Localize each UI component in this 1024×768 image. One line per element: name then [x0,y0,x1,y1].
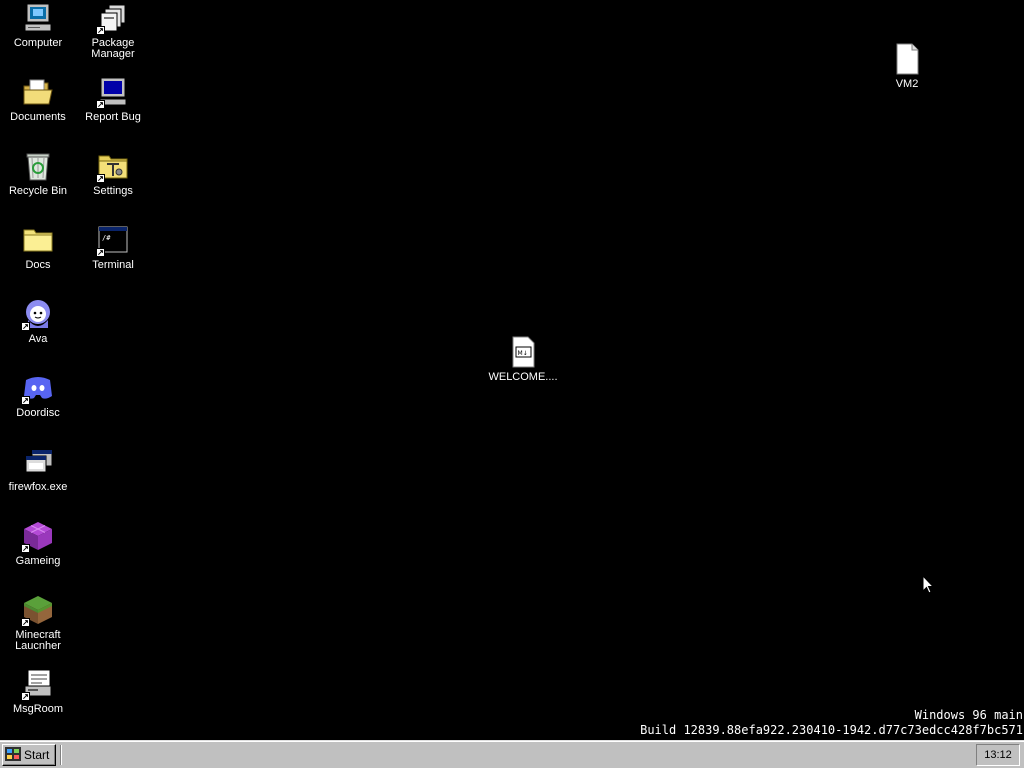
desktop-icon-minecraft[interactable]: ↗ Minecraft Laucnher [0,594,76,652]
icon-label: Settings [93,185,133,197]
desktop-icon-firewfox[interactable]: firewfox.exe [0,446,76,493]
os-name: Windows 96 main [914,708,1023,722]
svg-text:/#: /# [102,234,111,242]
shortcut-arrow-icon: ↗ [96,174,105,183]
settings-folder-icon: ↗ [96,150,129,183]
markdown-file-icon: M↓ [507,336,539,368]
shortcut-arrow-icon: ↗ [21,322,30,331]
terminal-icon: /# ↗ [96,224,129,257]
desktop-icon-recycle-bin[interactable]: Recycle Bin [0,150,76,197]
program-window-icon [22,446,54,478]
icon-label: Ava [28,333,48,345]
icon-label: Minecraft Laucnher [15,629,61,652]
mouse-cursor-icon [922,574,935,598]
desktop-icon-package-manager[interactable]: ↗ Package Manager [75,2,151,60]
shortcut-arrow-icon: ↗ [21,396,30,405]
grass-block-icon: ↗ [21,594,54,627]
report-bug-icon: ↗ [96,76,129,109]
cube-icon: ↗ [21,520,54,553]
doordisc-icon: ↗ [21,372,54,405]
computer-icon [22,2,54,34]
build-string: Build 12839.88efa922.230410-1942.d77c73e… [640,723,1023,737]
start-logo-icon [5,746,21,764]
recycle-bin-icon [22,150,54,182]
desktop-icon-terminal[interactable]: /# ↗ Terminal [75,224,151,271]
start-label: Start [24,748,50,762]
shortcut-arrow-icon: ↗ [96,100,105,109]
icon-label: Gameing [15,555,61,567]
icon-label: Package Manager [91,37,135,60]
icon-label: Computer [13,37,63,49]
shortcut-arrow-icon: ↗ [21,618,30,627]
icon-label: Recycle Bin [8,185,68,197]
desktop-icon-documents[interactable]: Documents [0,76,76,123]
svg-text:M↓: M↓ [518,350,528,357]
icon-label: Doordisc [16,407,60,419]
desktop-icon-doordisc[interactable]: ↗ Doordisc [0,372,76,419]
taskbar-divider [60,745,62,765]
desktop-icon-gameing[interactable]: ↗ Gameing [0,520,76,567]
desktop-icon-vm2[interactable]: VM2 [869,43,945,90]
icon-label: VM2 [895,78,919,90]
icon-label: MsgRoom [12,703,64,715]
taskbar: Start 13:12 [0,740,1024,768]
desktop-icon-computer[interactable]: Computer [0,2,76,49]
desktop-icon-docs[interactable]: Docs [0,224,76,271]
icon-label: firewfox.exe [8,481,68,493]
start-button[interactable]: Start [2,744,56,766]
desktop-icon-settings[interactable]: ↗ Settings [75,150,151,197]
shortcut-arrow-icon: ↗ [21,692,30,701]
desktop-icon-ava[interactable]: ↗ Ava [0,298,76,345]
desktop-icon-msgroom[interactable]: ↗ MsgRoom [0,668,76,715]
msgroom-icon: ↗ [21,668,54,701]
shortcut-arrow-icon: ↗ [96,248,105,257]
system-tray-clock[interactable]: 13:12 [976,744,1020,766]
folder-icon [22,224,54,256]
package-icon: ↗ [96,2,129,35]
shortcut-arrow-icon: ↗ [21,544,30,553]
ava-icon: ↗ [21,298,54,331]
clock-text: 13:12 [984,749,1012,761]
file-icon [891,43,923,75]
icon-label: Documents [10,111,66,123]
desktop-icon-welcome[interactable]: M↓ WELCOME.... [485,336,561,383]
icon-label: WELCOME.... [488,371,558,383]
shortcut-arrow-icon: ↗ [96,26,105,35]
icon-label: Report Bug [85,111,141,123]
icon-label: Docs [25,259,51,271]
build-watermark: Windows 96 main Build 12839.88efa922.230… [640,708,1023,738]
folder-open-icon [22,76,54,108]
desktop-icon-report-bug[interactable]: ↗ Report Bug [75,76,151,123]
icon-label: Terminal [92,259,134,271]
